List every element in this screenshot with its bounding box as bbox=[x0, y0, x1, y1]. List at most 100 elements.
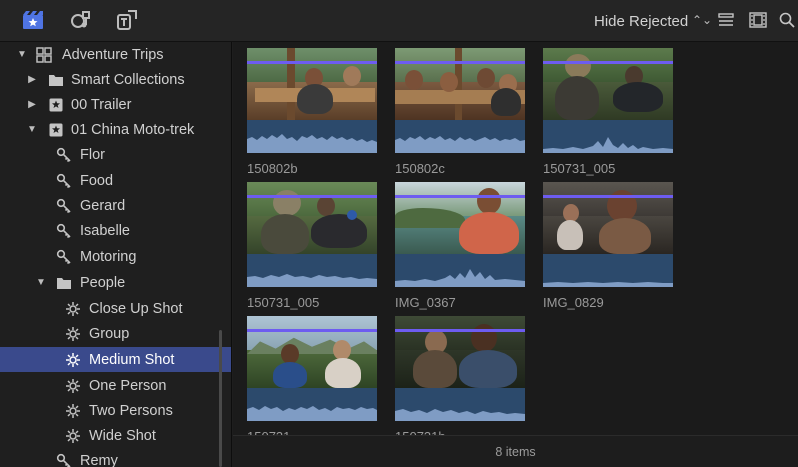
clip-name: 150731_005 bbox=[247, 295, 320, 310]
audio-waveform bbox=[543, 120, 673, 153]
folder-icon bbox=[56, 275, 72, 291]
clip-thumbnail[interactable]: 150731 bbox=[247, 316, 377, 444]
sidebar-item-adventure-trips[interactable]: ▼ Adventure Trips bbox=[0, 42, 231, 67]
sidebar-item-label: Food bbox=[80, 172, 114, 189]
sidebar-item-people[interactable]: ▼ People bbox=[0, 270, 231, 295]
audio-waveform bbox=[395, 388, 525, 421]
clip-name: IMG_0829 bbox=[543, 295, 604, 310]
clip-frame bbox=[395, 182, 525, 254]
clip-frame bbox=[247, 48, 377, 120]
audio-waveform bbox=[247, 120, 377, 153]
smart-collection-gear-icon bbox=[65, 403, 81, 419]
keyword-icon bbox=[56, 173, 72, 189]
keyword-icon bbox=[56, 223, 72, 239]
sidebar-item-label: Group bbox=[89, 325, 130, 342]
sidebar-scrollbar[interactable] bbox=[219, 330, 222, 467]
sidebar-item-medium-shot[interactable]: Medium Shot bbox=[0, 347, 231, 372]
audio-waveform bbox=[543, 254, 673, 287]
sidebar-item-remy[interactable]: Remy bbox=[0, 448, 231, 467]
smart-collection-gear-icon bbox=[65, 378, 81, 394]
audio-waveform bbox=[395, 120, 525, 153]
search-icon[interactable] bbox=[778, 9, 796, 31]
sidebar-item-label: Medium Shot bbox=[89, 351, 175, 368]
clip-thumbnail[interactable]: 150731_005 bbox=[247, 182, 377, 310]
sidebar-item-label: One Person bbox=[89, 377, 167, 394]
chevron-updown-icon[interactable]: ⌃⌄ bbox=[692, 13, 712, 27]
smart-collection-gear-icon bbox=[65, 301, 81, 317]
sidebar-item-01-china-moto-trek[interactable]: ▼ 01 China Moto-trek bbox=[0, 117, 231, 142]
sidebar-item-close-up-shot[interactable]: Close Up Shot bbox=[0, 296, 231, 321]
keyword-icon bbox=[56, 249, 72, 265]
folder-icon bbox=[48, 72, 64, 88]
sidebar-item-smart-collections[interactable]: ▶ Smart Collections bbox=[0, 67, 231, 92]
titles-generators-icon[interactable] bbox=[116, 9, 138, 31]
clip-thumbnail[interactable]: 150802c bbox=[395, 48, 525, 176]
clip-thumbnail[interactable]: IMG_0367 bbox=[395, 182, 525, 310]
list-view-icon[interactable] bbox=[715, 9, 737, 31]
clip-name: IMG_0367 bbox=[395, 295, 456, 310]
smart-collection-gear-icon bbox=[65, 428, 81, 444]
library-icon[interactable] bbox=[22, 9, 44, 31]
sidebar-item-00-trailer[interactable]: ▶ 00 Trailer bbox=[0, 92, 231, 117]
status-bar: 8 items bbox=[233, 435, 798, 467]
sidebar-item-label: Gerard bbox=[80, 197, 126, 214]
clip-frame bbox=[247, 316, 377, 388]
sidebar-item-label: Smart Collections bbox=[71, 71, 185, 88]
clip-frame bbox=[395, 48, 525, 120]
clip-frame bbox=[395, 316, 525, 388]
sidebar-item-label: People bbox=[80, 274, 126, 291]
sidebar-item-label: Flor bbox=[80, 146, 105, 163]
disclosure-expanded-icon[interactable]: ▼ bbox=[35, 277, 47, 288]
sidebar-item-label: Remy bbox=[80, 452, 118, 467]
clip-name: 150731_005 bbox=[543, 161, 616, 176]
keyword-icon bbox=[56, 198, 72, 214]
event-star-icon bbox=[48, 97, 64, 113]
smart-collection-gear-icon bbox=[65, 352, 81, 368]
sidebar-item-label: 01 China Moto-trek bbox=[71, 121, 195, 138]
clip-filter-menu[interactable]: Hide Rejected bbox=[594, 13, 688, 30]
library-grid-icon bbox=[36, 46, 52, 63]
sidebar-item-wide-shot[interactable]: Wide Shot bbox=[0, 423, 231, 448]
disclosure-expanded-icon[interactable]: ▼ bbox=[16, 49, 28, 60]
clip-name: 150802c bbox=[395, 161, 445, 176]
photos-audio-icon[interactable] bbox=[70, 9, 92, 31]
sidebar-item-label: Close Up Shot bbox=[89, 300, 183, 317]
disclosure-collapsed-icon[interactable]: ▶ bbox=[26, 99, 38, 110]
audio-waveform bbox=[247, 254, 377, 287]
smart-collection-gear-icon bbox=[65, 326, 81, 342]
sidebar-item-one-person[interactable]: One Person bbox=[0, 373, 231, 398]
sidebar-item-gerard[interactable]: Gerard bbox=[0, 193, 231, 218]
clip-browser: 150802b 150802c 150731_005 150731_005 IM… bbox=[233, 42, 798, 467]
sidebar-item-label: Adventure Trips bbox=[62, 46, 164, 63]
sidebar-item-label: Isabelle bbox=[80, 222, 130, 239]
sidebar-item-two-persons[interactable]: Two Persons bbox=[0, 398, 231, 423]
sidebar-item-label: Motoring bbox=[80, 248, 137, 265]
item-count: 8 items bbox=[495, 444, 536, 459]
sidebar-item-flor[interactable]: Flor bbox=[0, 142, 231, 167]
event-star-icon bbox=[48, 122, 64, 138]
audio-waveform bbox=[395, 254, 525, 287]
sidebar-item-label: Two Persons bbox=[89, 402, 173, 419]
disclosure-expanded-icon[interactable]: ▼ bbox=[26, 124, 38, 135]
sidebar-item-label: 00 Trailer bbox=[71, 96, 132, 113]
clip-thumbnail[interactable]: 150802b bbox=[247, 48, 377, 176]
libraries-sidebar: ▼ Adventure Trips ▶ Smart Collections ▶ … bbox=[0, 42, 232, 467]
clip-frame bbox=[247, 182, 377, 254]
keyword-icon bbox=[56, 147, 72, 163]
clip-frame bbox=[543, 48, 673, 120]
clip-thumbnail[interactable]: IMG_0829 bbox=[543, 182, 673, 310]
filmstrip-view-icon[interactable] bbox=[747, 9, 769, 31]
keyword-icon bbox=[56, 453, 72, 467]
audio-waveform bbox=[247, 388, 377, 421]
toolbar: Hide Rejected ⌃⌄ bbox=[0, 0, 798, 42]
sidebar-item-food[interactable]: Food bbox=[0, 168, 231, 193]
sidebar-item-isabelle[interactable]: Isabelle bbox=[0, 218, 231, 243]
clip-thumbnail[interactable]: 150731_005 bbox=[543, 48, 673, 176]
clip-name: 150802b bbox=[247, 161, 298, 176]
sidebar-item-group[interactable]: Group bbox=[0, 321, 231, 346]
clip-thumbnail[interactable]: 150731b bbox=[395, 316, 525, 444]
sidebar-item-motoring[interactable]: Motoring bbox=[0, 244, 231, 269]
clip-frame bbox=[543, 182, 673, 254]
disclosure-collapsed-icon[interactable]: ▶ bbox=[26, 74, 38, 85]
sidebar-item-label: Wide Shot bbox=[89, 427, 156, 444]
